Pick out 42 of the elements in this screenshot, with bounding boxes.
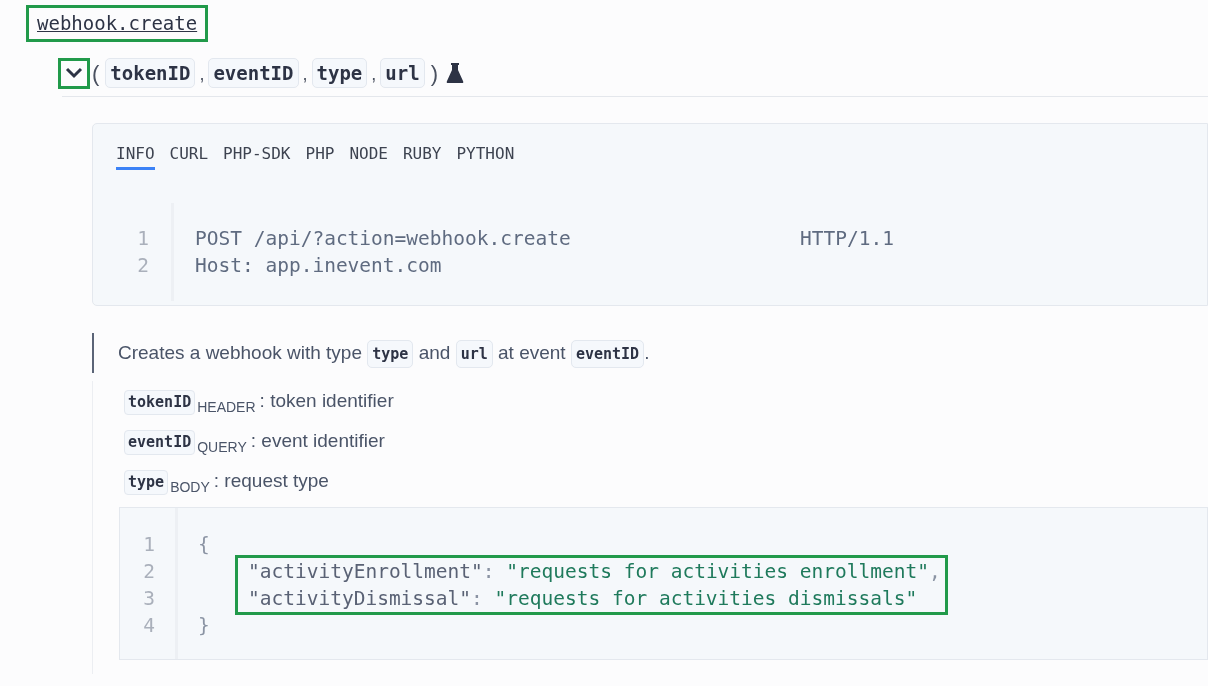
line-number: 3 <box>142 586 155 612</box>
description-text: Creates a webhook with type type and url at event eventID . <box>118 338 1208 367</box>
language-tab[interactable]: RUBY <box>402 141 442 170</box>
line-number: 2 <box>142 559 155 585</box>
parameter-chip: tokenID <box>124 390 196 415</box>
parameter-chip: eventID <box>208 57 299 89</box>
method-link[interactable]: webhook.create <box>26 5 209 42</box>
parameter-chip: type <box>124 470 169 495</box>
code-line: POST /api/?action=webhook.create <box>195 225 572 252</box>
language-tab[interactable]: PHP <box>305 141 335 170</box>
code-line: } <box>198 613 210 639</box>
parameter-chip: eventID <box>124 430 196 455</box>
parameter-description: : event identifier <box>250 429 385 453</box>
open-paren: ( <box>92 59 100 88</box>
code-line: { <box>198 532 210 558</box>
code-line: Host: app.inevent.com <box>195 252 443 279</box>
parameter-location: BODY <box>170 478 210 497</box>
language-tab[interactable]: CURL <box>169 141 209 170</box>
line-number: 1 <box>136 225 149 252</box>
language-tab[interactable]: PHP-SDK <box>223 141 291 170</box>
parameter-chip: tokenID <box>105 57 196 89</box>
comma: , <box>199 63 205 87</box>
http-version: HTTP/1.1 <box>800 225 894 252</box>
parameter-location: QUERY <box>197 438 247 457</box>
parameter-chip: type <box>311 57 368 89</box>
comma: , <box>302 63 308 87</box>
code-line: "activityEnrollment": "requests for activities enrollment", <box>248 559 941 585</box>
parameter-description: : token identifier <box>259 389 394 413</box>
line-number: 1 <box>142 532 155 558</box>
comma: , <box>371 63 377 87</box>
language-tab[interactable]: PYTHON <box>456 141 515 170</box>
chevron-down-icon[interactable] <box>58 57 90 89</box>
line-number: 2 <box>136 252 149 279</box>
parameter-location: HEADER <box>197 398 256 417</box>
flask-icon[interactable] <box>445 62 464 84</box>
parameter-chip: url <box>380 57 425 89</box>
language-tab[interactable]: NODE <box>349 141 388 170</box>
code-line: "activityDismissal": "requests for activities dismissals" <box>248 586 918 612</box>
close-paren: ) <box>430 59 438 88</box>
parameter-description: : request type <box>213 469 329 493</box>
language-tab[interactable]: INFO <box>116 141 155 170</box>
line-number: 4 <box>142 613 155 639</box>
